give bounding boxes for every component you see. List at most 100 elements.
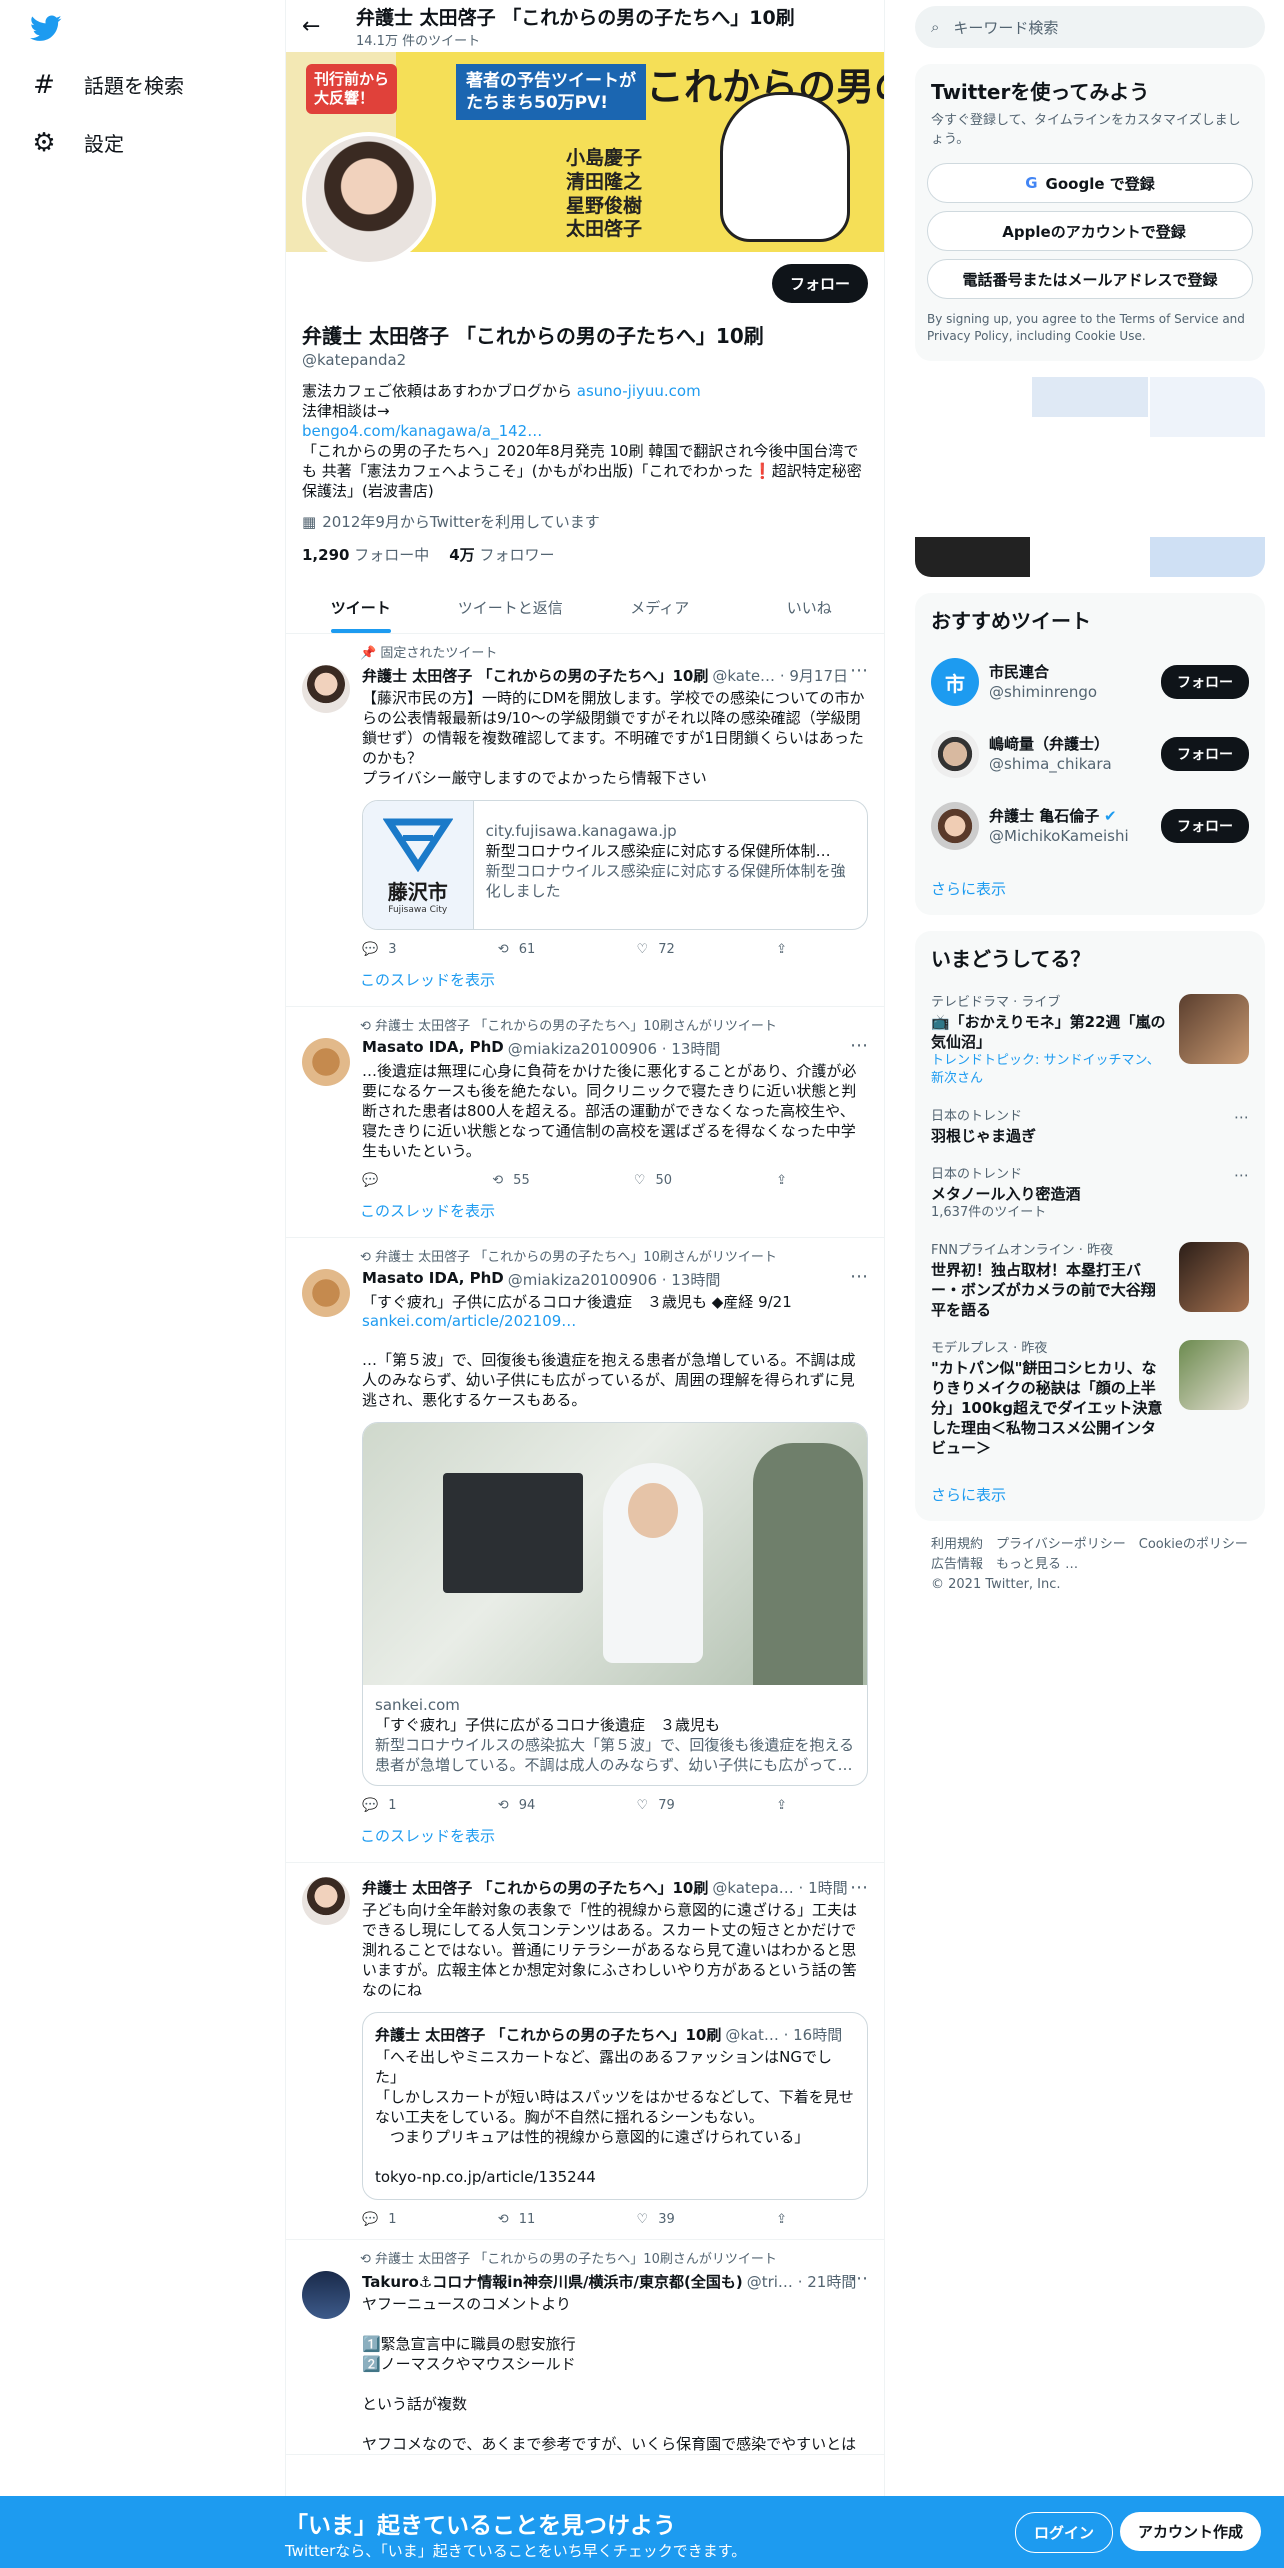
tab-media[interactable]: メディア xyxy=(585,581,735,633)
heart-icon: ♡ xyxy=(636,1798,649,1813)
media-thumb[interactable] xyxy=(1032,377,1148,577)
retweet-button[interactable]: ⟲ 55 xyxy=(492,1173,529,1188)
profile-avatar[interactable] xyxy=(302,132,436,266)
media-thumb[interactable] xyxy=(915,377,1031,577)
like-button[interactable]: ♡ 79 xyxy=(637,1798,675,1813)
share-button[interactable]: ⇪ xyxy=(776,2212,787,2227)
login-button[interactable]: ログイン xyxy=(1015,2512,1114,2553)
more-icon[interactable]: ⋯ xyxy=(850,660,868,681)
right-sidebar: ⌕ キーワード検索 Twitterを使ってみよう 今すぐ登録して、タイムラインを… xyxy=(915,0,1265,1609)
more-icon[interactable]: ⋯ xyxy=(850,1266,868,1287)
card-logo-text: 藤沢市 xyxy=(387,879,448,904)
google-signup-button[interactable]: G Google で登録 xyxy=(927,163,1253,203)
tweet-author[interactable]: 弁護士 太田啓子 「これからの男の子たちへ」10刷 xyxy=(362,665,708,686)
tweet[interactable]: 📌 固定されたツイート ⋯ 弁護士 太田啓子 「これからの男の子たちへ」10刷 @… xyxy=(286,634,884,1007)
apple-signup-button[interactable]: Appleのアカウントで登録 xyxy=(927,211,1253,251)
rec-follow-button[interactable]: フォロー xyxy=(1161,737,1249,771)
like-button[interactable]: ♡ 39 xyxy=(637,2212,675,2227)
rec-item[interactable]: 弁護士 亀石倫子 ✔ @MichikoKameishi フォロー xyxy=(915,790,1265,862)
rec-item[interactable]: 市 市民連合 @shiminrengo フォロー xyxy=(915,646,1265,718)
tab-likes[interactable]: いいね xyxy=(735,581,885,633)
like-button[interactable]: ♡ 50 xyxy=(634,1173,672,1188)
retweet-button[interactable]: ⟲ 94 xyxy=(498,1798,535,1813)
more-icon[interactable]: ⋯ xyxy=(850,1877,868,1898)
share-button[interactable]: ⇪ xyxy=(776,1173,787,1188)
tweet[interactable]: ⟲ 弁護士 太田啓子 「これからの男の子たちへ」10刷さんがリツイート ⋯ Ma… xyxy=(286,1007,884,1238)
rec-item[interactable]: 嶋﨑量（弁護士） @shima_chikara フォロー xyxy=(915,718,1265,790)
tab-tweets-replies[interactable]: ツイートと返信 xyxy=(436,581,586,633)
tweet-author[interactable]: Masato IDA, PhD xyxy=(362,1269,504,1290)
tweet-text: 【藤沢市民の方】一時的にDMを開放します。学校での感染についての市からの公表情報… xyxy=(362,689,865,787)
search-box[interactable]: ⌕ キーワード検索 xyxy=(915,6,1265,48)
twitter-logo-icon[interactable] xyxy=(30,12,66,48)
tweet-link[interactable]: sankei.com/article/202109… xyxy=(362,1312,576,1330)
fujisawa-logo: 藤沢市 Fujisawa City xyxy=(363,801,474,929)
trends-more-link[interactable]: さらに表示 xyxy=(915,1468,1265,1521)
tweet-avatar[interactable] xyxy=(302,1038,350,1086)
tweet[interactable]: ⋯ 弁護士 太田啓子 「これからの男の子たちへ」10刷 @katepa… · 1時… xyxy=(286,1863,884,2240)
reply-count: 1 xyxy=(388,2212,397,2227)
more-icon[interactable]: ⋯ xyxy=(1234,1108,1249,1146)
rec-follow-button[interactable]: フォロー xyxy=(1161,809,1249,843)
media-preview[interactable] xyxy=(915,377,1265,577)
reply-button[interactable]: 💬 xyxy=(362,1173,388,1188)
tweet-avatar[interactable] xyxy=(302,1877,350,1925)
followers-link[interactable]: 4万 フォロワー xyxy=(449,544,554,565)
following-link[interactable]: 1,290 フォロー中 xyxy=(302,544,429,565)
bio-link-2[interactable]: bengo4.com/kanagawa/a_142… xyxy=(302,422,542,440)
tweet-context: ⟲ 弁護士 太田啓子 「これからの男の子たちへ」10刷さんがリツイート xyxy=(360,1019,777,1034)
tweet[interactable]: ⟲ 弁護士 太田啓子 「これからの男の子たちへ」10刷さんがリツイート ⋯ Ta… xyxy=(286,2240,884,2455)
trend-title: 世界初！独占取材！本塁打王バー・ボンズがカメラの前で大谷翔平を語る xyxy=(931,1261,1156,1319)
google-signup-label: Google で登録 xyxy=(1045,174,1155,193)
bio-link-1[interactable]: asuno-jiyuu.com xyxy=(577,382,701,400)
rec-more-link[interactable]: さらに表示 xyxy=(915,862,1265,915)
reply-button[interactable]: 💬 1 xyxy=(362,1798,396,1813)
trend-item[interactable]: 日本のトレンド メタノール入り密造酒 1,637件のツイート ⋯ xyxy=(915,1156,1265,1232)
trend-category: 日本のトレンド xyxy=(931,1167,1023,1182)
share-button[interactable]: ⇪ xyxy=(776,942,787,957)
phone-signup-button[interactable]: 電話番号またはメールアドレスで登録 xyxy=(927,259,1253,299)
quote-tweet[interactable]: 弁護士 太田啓子 「これからの男の子たちへ」10刷 @kat… · 16時間 「へ… xyxy=(362,2012,868,2200)
nav-explore[interactable]: # 話題を検索 xyxy=(30,70,184,100)
reply-button[interactable]: 💬 1 xyxy=(362,2212,396,2227)
show-thread-link[interactable]: このスレッドを表示 xyxy=(360,1825,868,1846)
retweet-button[interactable]: ⟲ 11 xyxy=(498,2212,535,2227)
tab-tweets[interactable]: ツイート xyxy=(286,581,436,633)
retweet-button[interactable]: ⟲ 61 xyxy=(498,942,535,957)
more-icon[interactable]: ⋯ xyxy=(850,1035,868,1056)
reply-button[interactable]: 💬 3 xyxy=(362,942,396,957)
tweet-author[interactable]: 弁護士 太田啓子 「これからの男の子たちへ」10刷 xyxy=(362,1877,708,1898)
apple-signup-label: Appleのアカウントで登録 xyxy=(1002,222,1186,241)
tweet-avatar[interactable] xyxy=(302,2271,350,2319)
show-thread-link[interactable]: このスレッドを表示 xyxy=(360,1200,868,1221)
nav-settings[interactable]: ⚙ 設定 xyxy=(30,128,124,158)
share-button[interactable]: ⇪ xyxy=(776,1798,787,1813)
tweet[interactable]: ⟲ 弁護士 太田啓子 「これからの男の子たちへ」10刷さんがリツイート ⋯ Ma… xyxy=(286,1238,884,1863)
media-thumb[interactable] xyxy=(1149,377,1265,577)
signup-button[interactable]: アカウント作成 xyxy=(1120,2512,1262,2551)
trend-item[interactable]: モデルプレス · 昨夜 "カトパン似"餅田コシヒカリ、なりきりメイクの秘訣は「顔の… xyxy=(915,1330,1265,1468)
link-card[interactable]: 藤沢市 Fujisawa City city.fujisawa.kanagawa… xyxy=(362,800,868,930)
link-card[interactable]: sankei.com 「すぐ疲れ」子供に広がるコロナ後遺症 ３歳児も 新型コロナ… xyxy=(362,1422,868,1786)
tweet-avatar[interactable] xyxy=(302,665,350,713)
profile-info: フォロー 弁護士 太田啓子 「これからの男の子たちへ」10刷 @katepand… xyxy=(286,132,884,565)
tweet-actions: 💬 1 ⟲ 94 ♡ 79 ⇪ xyxy=(362,1798,787,1813)
card-image xyxy=(363,1423,867,1685)
more-icon[interactable]: ⋯ xyxy=(1234,1166,1249,1222)
follow-button[interactable]: フォロー xyxy=(771,264,868,303)
trend-item[interactable]: テレビドラマ · ライブ 📺「おかえりモネ」第22週「嵐の気仙沼」 トレンドトピック… xyxy=(915,984,1265,1098)
tweet-avatar[interactable] xyxy=(302,1269,350,1317)
tweet-text: 「すぐ疲れ」子供に広がるコロナ後遺症 ３歳児も ◆産経 9/21 xyxy=(362,1293,792,1311)
tweet-author[interactable]: Masato IDA, PhD xyxy=(362,1038,504,1059)
back-arrow-icon[interactable]: ← xyxy=(302,14,338,39)
show-thread-link[interactable]: このスレッドを表示 xyxy=(360,969,868,990)
footer-links[interactable]: 利用規約 プライバシーポリシー Cookieのポリシー 広告情報 もっと見る … xyxy=(931,1535,1261,1575)
trend-item[interactable]: FNNプライムオンライン · 昨夜 世界初！独占取材！本塁打王バー・ボンズがカメラ… xyxy=(915,1232,1265,1330)
like-button[interactable]: ♡ 72 xyxy=(637,942,675,957)
rec-follow-button[interactable]: フォロー xyxy=(1161,665,1249,699)
trend-image xyxy=(1179,1340,1249,1410)
trend-item[interactable]: 日本のトレンド 羽根じゃま過ぎ ⋯ xyxy=(915,1098,1265,1156)
more-icon[interactable]: ⋯ xyxy=(850,2268,868,2289)
tweet-author[interactable]: Takuro⚓コロナ情報in神奈川県/横浜市/東京都(全国も) xyxy=(362,2271,743,2292)
tweet-meta: @katepa… · 1時間 xyxy=(712,1879,848,1897)
